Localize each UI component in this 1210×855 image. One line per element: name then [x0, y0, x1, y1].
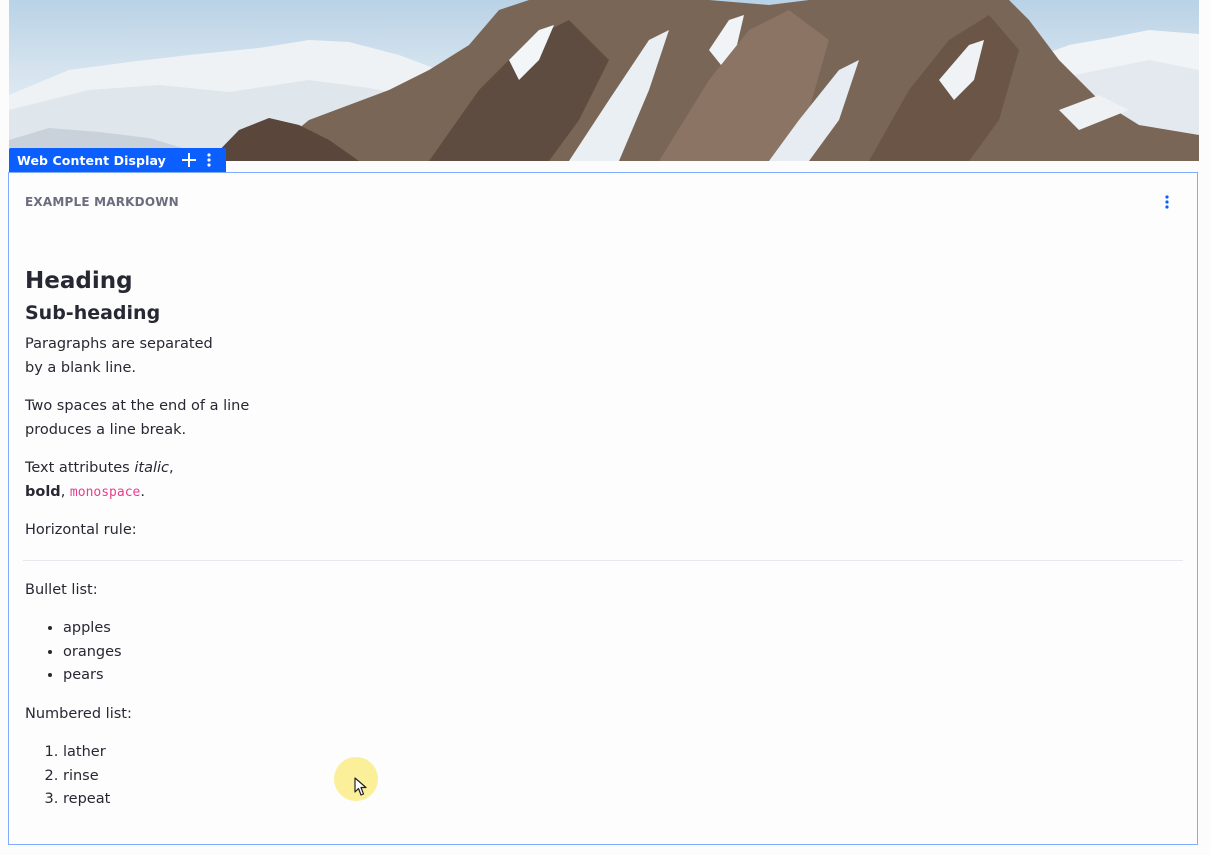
heading: Heading [25, 268, 133, 294]
attr-comma: , [169, 460, 174, 476]
sub-heading: Sub-heading [25, 302, 161, 324]
paragraph-2-line-2: produces a line break. [25, 421, 187, 438]
page: Web Content Display EXAMPLE MARKDOWN Hea… [0, 0, 1210, 855]
list-item: pears [63, 664, 1185, 688]
web-content-panel: EXAMPLE MARKDOWN Heading Sub-heading Par… [8, 172, 1198, 845]
content-options-button[interactable] [1159, 193, 1175, 211]
list-item: repeat [63, 788, 1185, 812]
bullet-list: apples oranges pears [25, 617, 1185, 688]
paragraph-1-line-1: Paragraphs are separated [25, 336, 213, 352]
plus-icon [181, 153, 196, 167]
add-button[interactable] [180, 150, 198, 170]
list-item: apples [63, 617, 1185, 641]
panel-header: EXAMPLE MARKDOWN [25, 195, 179, 209]
list-item: oranges [63, 641, 1185, 665]
horizontal-rule-label: Horizontal rule: [25, 522, 137, 538]
vertical-ellipsis-icon [207, 153, 211, 167]
attr-comma-2: , [60, 483, 70, 500]
text-attributes-paragraph: Text attributes italic, bold, monospace. [25, 457, 1185, 504]
numbered-list-label: Numbered list: [25, 705, 132, 722]
banner-image [9, 0, 1199, 161]
attr-period: . [140, 483, 145, 500]
mouse-pointer-icon [354, 777, 367, 796]
italic-text: italic [134, 460, 169, 476]
portlet-options-button[interactable] [200, 150, 218, 170]
monospace-text: monospace [69, 484, 141, 500]
paragraph-2-line-1: Two spaces at the end of a line [25, 398, 250, 414]
list-item: lather [63, 741, 1185, 765]
portlet-topper: Web Content Display [9, 148, 226, 172]
mountain-illustration [9, 0, 1199, 161]
bold-text: bold [25, 483, 61, 500]
paragraph-1: Paragraphs are separated by a blank line… [25, 333, 1185, 380]
paragraph-1-line-2: by a blank line. [25, 359, 136, 376]
horizontal-rule [23, 559, 1183, 561]
list-item: rinse [63, 765, 1185, 789]
portlet-title: Web Content Display [17, 152, 166, 168]
vertical-ellipsis-icon [1165, 195, 1169, 209]
numbered-list: lather rinse repeat [25, 741, 1185, 812]
attr-prefix: Text attributes [25, 460, 135, 476]
paragraph-2: Two spaces at the end of a line produces… [25, 395, 1185, 442]
markdown-content: Heading Sub-heading Paragraphs are separ… [23, 265, 1185, 827]
bullet-list-label: Bullet list: [25, 581, 98, 598]
